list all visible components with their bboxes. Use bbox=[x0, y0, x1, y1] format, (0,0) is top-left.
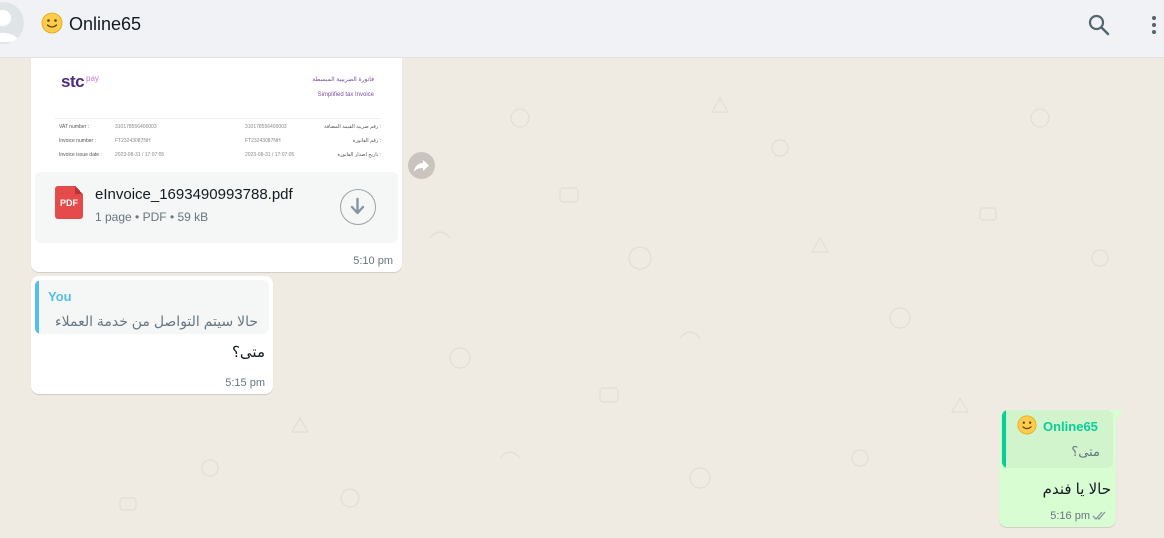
message-time: 5:10 pm bbox=[353, 255, 393, 267]
stc-logo: stc bbox=[61, 72, 85, 91]
document-pages: 1 page bbox=[95, 210, 132, 224]
smiley-emoji-icon bbox=[1017, 415, 1037, 435]
row-label-ar: تاريخ اصدار الفاتورة : bbox=[337, 152, 381, 158]
message-text: حالا يا فندم bbox=[1042, 481, 1111, 498]
invoice-preview[interactable]: stc pay فاتورة الضريبية المبسطة Simplifi… bbox=[35, 58, 398, 170]
stc-pay-label: pay bbox=[86, 74, 99, 83]
search-icon[interactable] bbox=[1087, 13, 1111, 37]
forward-arrow-icon bbox=[414, 160, 429, 172]
incoming-reply-message[interactable]: You حالا سيتم التواصل من خدمة العملاء مت… bbox=[31, 276, 273, 394]
meta-separator: • bbox=[135, 210, 140, 224]
invoice-title-en: Simplified tax Invoice bbox=[317, 92, 374, 98]
kebab-menu-icon[interactable] bbox=[1148, 13, 1160, 37]
row-label-en: VAT number : bbox=[59, 124, 90, 130]
quote-accent-bar bbox=[35, 280, 39, 334]
row-label-ar: رقم الفاتورة : bbox=[352, 138, 381, 144]
invoice-title-ar: فاتورة الضريبية المبسطة bbox=[312, 77, 374, 83]
invoice-row: Invoice number : FT23243087NH FT23243087… bbox=[55, 138, 381, 152]
download-button[interactable] bbox=[340, 189, 376, 225]
row-label-en: Invoice issue date : bbox=[59, 152, 102, 158]
contact-name[interactable]: Online65 bbox=[69, 14, 141, 35]
row-value-en: 2023-08-31 / 17:07:05 bbox=[115, 152, 165, 158]
row-label-en: Invoice number : bbox=[59, 138, 96, 144]
row-value-ar: 2023-08-31 / 17:07:05 bbox=[245, 152, 295, 158]
quoted-message[interactable]: Online65 متى؟ bbox=[1002, 410, 1113, 468]
quote-author: Online65 bbox=[1043, 419, 1098, 434]
document-type: PDF bbox=[142, 210, 167, 224]
row-value-en: FT23243087NH bbox=[115, 138, 151, 144]
quote-text: حالا سيتم التواصل من خدمة العملاء bbox=[55, 313, 258, 329]
chat-header: Online65 bbox=[0, 0, 1164, 58]
outgoing-reply-message[interactable]: Online65 متى؟ حالا يا فندم 5:16 pm bbox=[999, 410, 1124, 527]
message-time: 5:15 pm bbox=[225, 377, 265, 389]
invoice-divider bbox=[55, 118, 381, 119]
invoice-rows: VAT number : 310178556400003 31017855640… bbox=[55, 124, 381, 166]
invoice-row: Invoice issue date : 2023-08-31 / 17:07:… bbox=[55, 152, 381, 166]
pdf-file-icon: PDF bbox=[55, 186, 83, 219]
meta-separator: • bbox=[169, 210, 175, 224]
row-value-en: 310178556400003 bbox=[115, 124, 157, 130]
row-value-ar: FT23243087NH bbox=[245, 138, 281, 144]
smiley-emoji-icon bbox=[41, 12, 63, 34]
row-value-ar: 310178556400003 bbox=[245, 124, 287, 130]
document-meta: 1 page • PDF • 59 kB bbox=[95, 210, 208, 224]
document-file-name[interactable]: eInvoice_1693490993788.pdf bbox=[95, 186, 293, 203]
invoice-row: VAT number : 310178556400003 31017855640… bbox=[55, 124, 381, 138]
download-arrow-icon bbox=[350, 197, 365, 215]
document-message[interactable]: stc pay فاتورة الضريبية المبسطة Simplifi… bbox=[31, 58, 402, 272]
chat-area[interactable]: stc pay فاتورة الضريبية المبسطة Simplifi… bbox=[0, 58, 1164, 538]
double-check-icon bbox=[1092, 511, 1106, 520]
message-time: 5:16 pm bbox=[1050, 510, 1090, 522]
contact-avatar[interactable] bbox=[0, 2, 24, 44]
document-size: 59 kB bbox=[177, 210, 209, 224]
document-card[interactable]: PDF eInvoice_1693490993788.pdf 1 page • … bbox=[35, 172, 398, 243]
message-text: متى؟ bbox=[231, 344, 265, 361]
quoted-message[interactable]: You حالا سيتم التواصل من خدمة العملاء bbox=[35, 280, 269, 334]
quote-text: متى؟ bbox=[1071, 444, 1100, 459]
quote-accent-bar bbox=[1002, 410, 1006, 468]
row-label-ar: رقم ضريبة القيمة المضافة : bbox=[324, 124, 381, 130]
quote-author: You bbox=[48, 289, 72, 304]
forward-button[interactable] bbox=[408, 152, 435, 179]
